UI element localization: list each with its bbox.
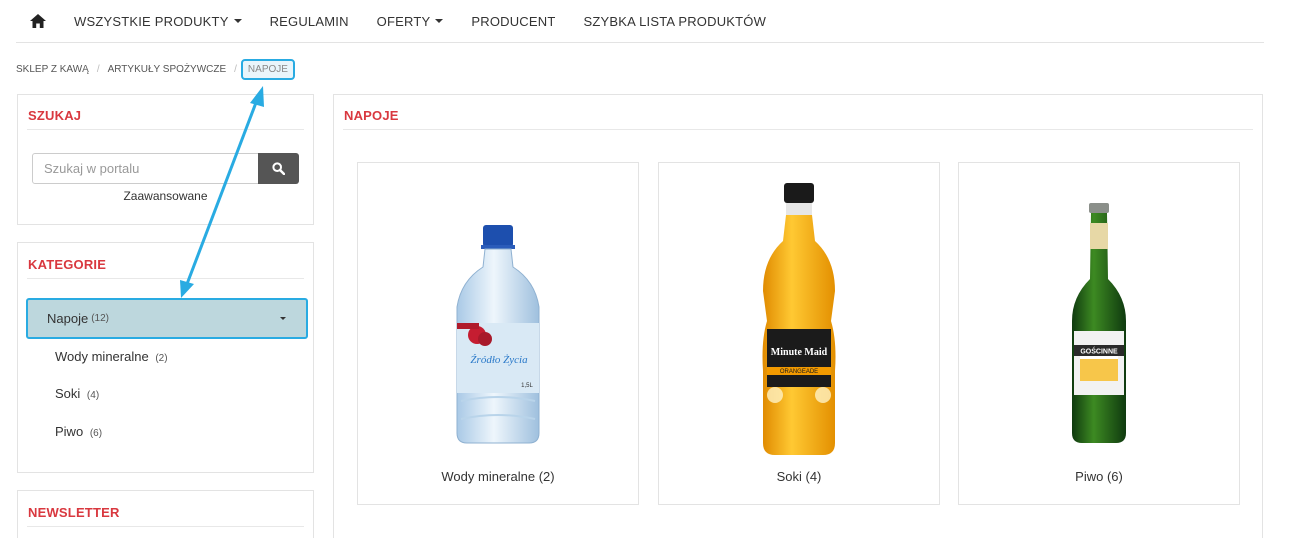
beer-bottle-image: GOŚCINNE — [1072, 203, 1126, 443]
subcategory-count: (6) — [89, 428, 103, 439]
categories-panel-title: KATEGORIE — [28, 257, 107, 272]
category-label: Napoje — [47, 311, 89, 326]
subcategory-label: Soki — [55, 386, 81, 401]
divider — [27, 526, 304, 527]
nav-offers[interactable]: OFERTY — [363, 0, 458, 43]
product-label-juice: Soki (4) — [776, 469, 822, 484]
juice-bottle-brand: Minute Maid — [771, 347, 828, 358]
nav-offers-label: OFERTY — [376, 13, 431, 29]
nav-all-products-label: WSZYSTKIE PRODUKTY — [74, 13, 229, 29]
newsletter-panel-title: NEWSLETTER — [28, 505, 120, 520]
nav-producer[interactable]: PRODUCENT — [457, 0, 569, 43]
nav-producer-label: PRODUCENT — [471, 13, 556, 29]
search-input[interactable] — [32, 153, 259, 184]
search-panel: SZUKAJ Zaawansowane — [17, 94, 314, 225]
search-button[interactable] — [258, 153, 299, 184]
product-label-beer: Piwo (6) — [1075, 469, 1123, 484]
product-card-water[interactable]: Źródło Życia 1,5L Wody mineralne (2) — [357, 162, 639, 505]
divider — [343, 129, 1253, 130]
nav-terms[interactable]: REGULAMIN — [256, 0, 363, 43]
newsletter-panel: NEWSLETTER — [17, 490, 314, 538]
product-card-juice[interactable]: Minute Maid ORANGEADE Soki (4) — [658, 162, 940, 505]
water-bottle-brand: Źródło Życia — [470, 354, 528, 366]
divider — [27, 129, 304, 130]
category-item-napoje[interactable]: Napoje (12) — [26, 298, 308, 339]
product-label-water: Wody mineralne (2) — [441, 469, 555, 484]
breadcrumb-item-shop[interactable]: SKLEP Z KAWĄ — [16, 64, 89, 75]
breadcrumb-separator: / — [96, 63, 100, 75]
categories-panel: KATEGORIE Napoje (12) Wody mineralne (2)… — [17, 242, 314, 473]
juice-bottle-image: Minute Maid ORANGEADE — [762, 183, 836, 455]
nav-quick-list[interactable]: SZYBKA LISTA PRODUKTÓW — [570, 0, 781, 43]
subcategory-item-beer[interactable]: Piwo (6) — [55, 424, 102, 439]
subcategory-item-water[interactable]: Wody mineralne (2) — [55, 349, 168, 364]
subcategory-label: Wody mineralne — [55, 349, 149, 364]
advanced-search-link[interactable]: Zaawansowane — [18, 189, 313, 203]
juice-bottle-flavor: ORANGEADE — [780, 369, 818, 375]
product-card-beer[interactable]: GOŚCINNE Piwo (6) — [958, 162, 1240, 505]
divider — [27, 278, 304, 279]
subcategory-count: (2) — [155, 353, 168, 364]
water-bottle-image: Źródło Życia 1,5L — [456, 225, 540, 444]
nav-terms-label: REGULAMIN — [269, 13, 349, 29]
home-icon — [30, 14, 46, 28]
breadcrumb: SKLEP Z KAWĄ / ARTYKUŁY SPOŻYWCZE / NAPO… — [16, 58, 295, 80]
home-link[interactable] — [16, 0, 60, 43]
subcategory-label: Piwo — [55, 424, 84, 439]
category-count: (12) — [91, 313, 109, 324]
search-icon — [272, 162, 285, 175]
breadcrumb-current: NAPOJE — [240, 58, 295, 80]
nav-all-products[interactable]: WSZYSTKIE PRODUKTY — [60, 0, 256, 43]
chevron-down-icon — [280, 317, 286, 320]
top-nav: WSZYSTKIE PRODUKTY REGULAMIN OFERTY PROD… — [16, 0, 1264, 43]
beer-bottle-brand: GOŚCINNE — [1080, 347, 1118, 356]
subcategory-count: (4) — [86, 390, 100, 401]
breadcrumb-separator: / — [234, 63, 237, 75]
breadcrumb-item-groceries[interactable]: ARTYKUŁY SPOŻYWCZE — [108, 64, 227, 75]
chevron-down-icon — [233, 19, 242, 23]
nav-quick-list-label: SZYBKA LISTA PRODUKTÓW — [583, 13, 767, 29]
chevron-down-icon — [435, 19, 444, 23]
water-bottle-volume: 1,5L — [521, 383, 533, 389]
subcategory-item-juice[interactable]: Soki (4) — [55, 386, 99, 401]
search-panel-title: SZUKAJ — [28, 108, 82, 123]
main-title: NAPOJE — [344, 108, 399, 123]
